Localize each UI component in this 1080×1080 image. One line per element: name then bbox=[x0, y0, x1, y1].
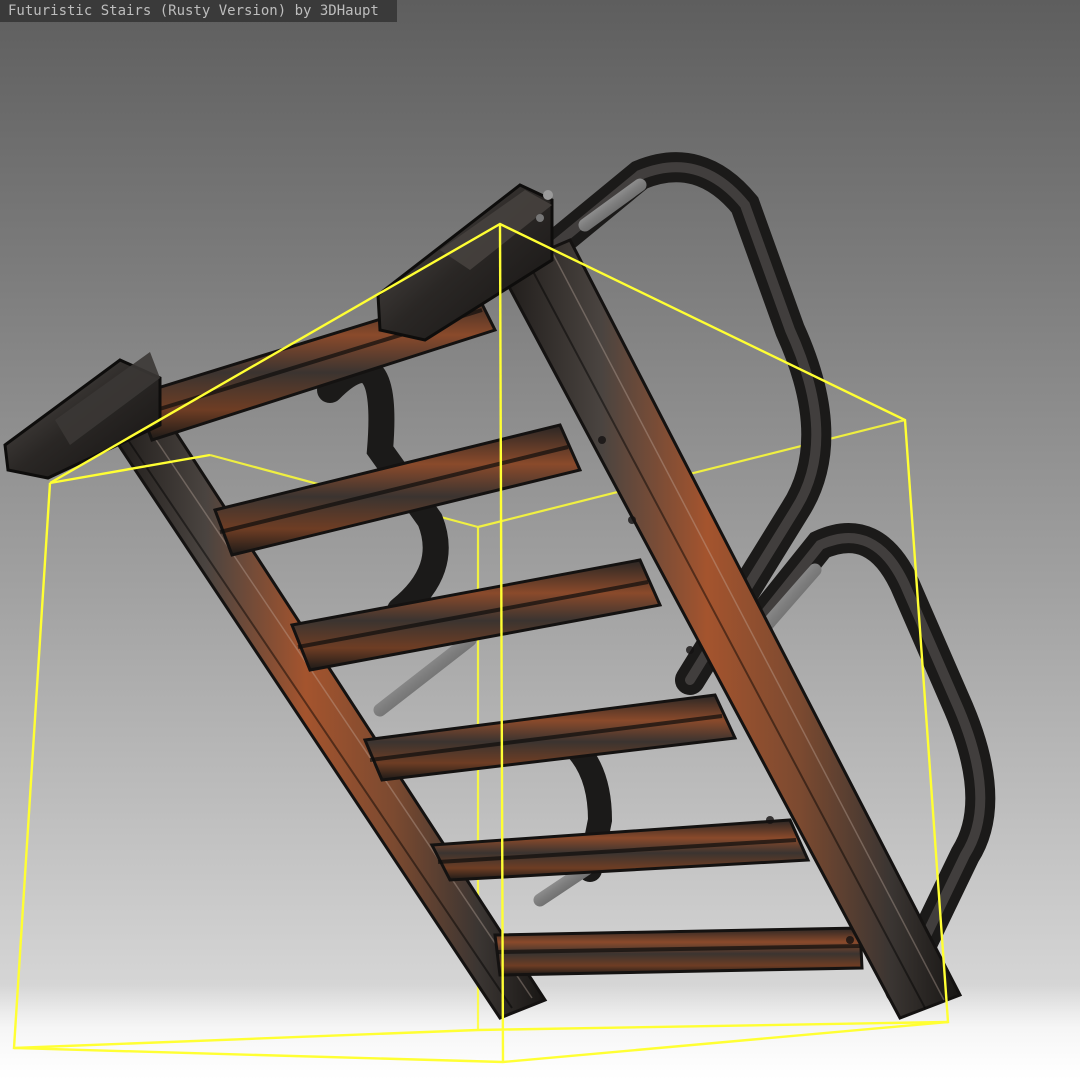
model-render bbox=[3, 152, 996, 1064]
step-tread bbox=[212, 423, 583, 557]
step-tread bbox=[289, 558, 663, 672]
step-tread bbox=[362, 693, 738, 782]
3d-viewport[interactable]: Futuristic Stairs (Rusty Version) by 3DH… bbox=[0, 0, 1080, 1080]
step-tread bbox=[493, 926, 864, 977]
right-stringer bbox=[497, 238, 963, 1020]
step-tread bbox=[429, 818, 811, 882]
viewport-title: Futuristic Stairs (Rusty Version) by 3DH… bbox=[8, 3, 379, 19]
viewport-title-bar: Futuristic Stairs (Rusty Version) by 3DH… bbox=[0, 0, 397, 22]
